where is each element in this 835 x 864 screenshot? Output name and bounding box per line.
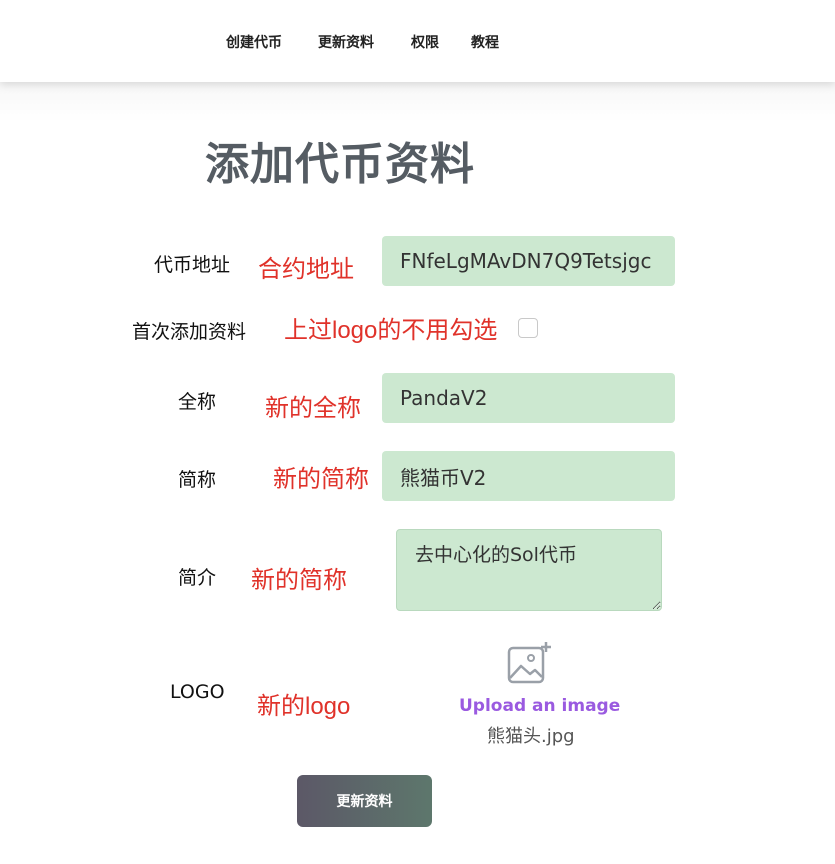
nav-permissions[interactable]: 权限 xyxy=(411,32,439,52)
top-navbar: 创建代币 更新资料 权限 教程 xyxy=(0,0,835,82)
address-input[interactable] xyxy=(382,236,675,286)
intro-note: 新的简称 xyxy=(251,567,347,594)
logo-note: 新的logo xyxy=(257,693,351,720)
short-name-note: 新的简称 xyxy=(273,466,369,493)
nav-update-info[interactable]: 更新资料 xyxy=(318,32,374,52)
full-name-input[interactable] xyxy=(382,373,675,423)
update-info-button[interactable]: 更新资料 xyxy=(297,775,432,827)
first-add-label: 首次添加资料 xyxy=(132,321,247,343)
address-note: 合约地址 xyxy=(258,256,354,283)
first-add-checkbox[interactable] xyxy=(518,318,538,338)
short-name-input[interactable] xyxy=(382,451,675,501)
image-upload-icon[interactable] xyxy=(505,640,553,688)
first-add-note: 上过logo的不用勾选 xyxy=(284,317,498,344)
upload-image-link[interactable]: Upload an image xyxy=(459,696,620,716)
page-title: 添加代币资料 xyxy=(205,139,475,190)
address-label: 代币地址 xyxy=(154,254,231,276)
short-name-label: 简称 xyxy=(178,469,217,491)
logo-file-name: 熊猫头.jpg xyxy=(487,726,575,747)
logo-label: LOGO xyxy=(170,681,225,703)
nav-tutorial[interactable]: 教程 xyxy=(471,32,499,52)
full-name-label: 全称 xyxy=(178,391,217,413)
nav-create-token[interactable]: 创建代币 xyxy=(226,32,282,52)
intro-textarea[interactable]: 去中心化的Sol代币 xyxy=(396,529,662,611)
full-name-note: 新的全称 xyxy=(265,395,361,422)
intro-label: 简介 xyxy=(178,567,217,589)
